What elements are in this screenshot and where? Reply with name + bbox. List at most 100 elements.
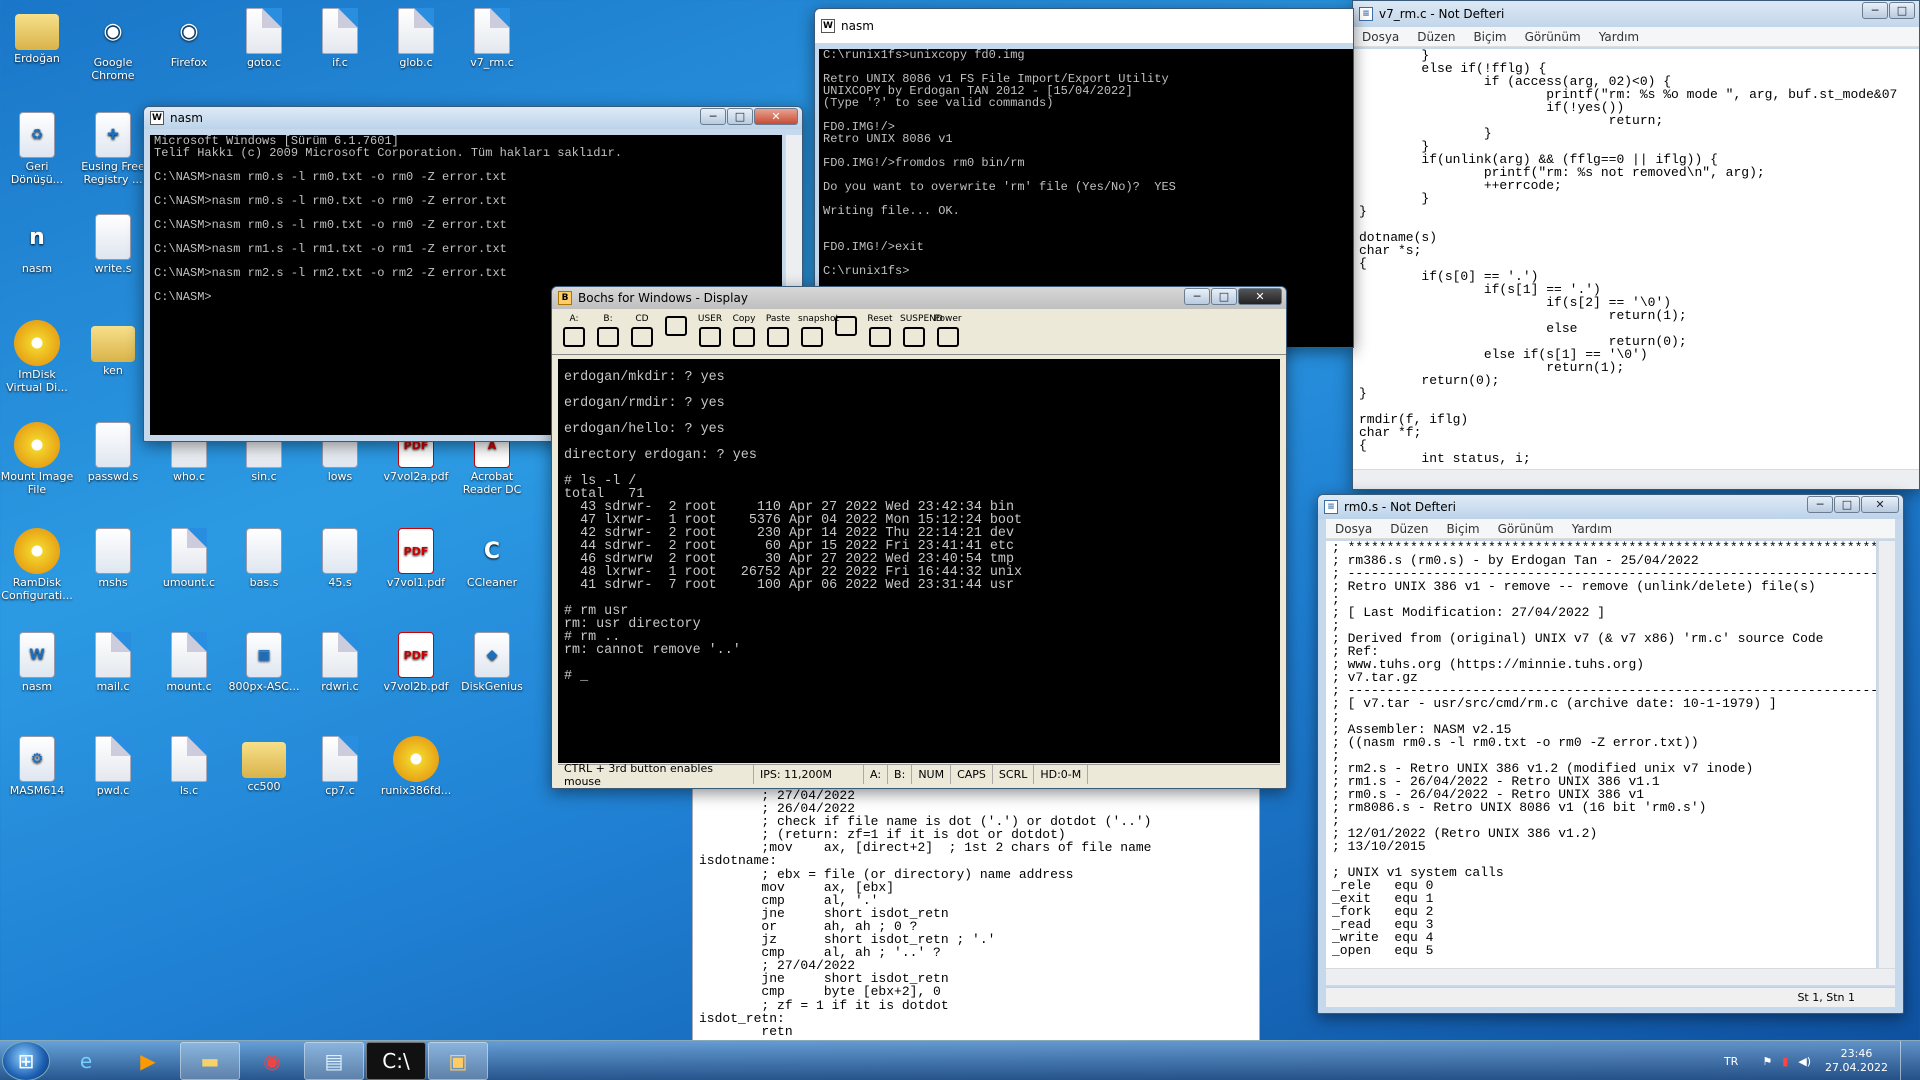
v7rm-window[interactable]: ≡ v7_rm.c - Not Defteri ─ □ Dosya Düzen B… bbox=[1352, 0, 1920, 490]
bochs-window[interactable]: B Bochs for Windows - Display ─ □ ✕ A: B: CD… bbox=[551, 286, 1287, 789]
rm0-vscroll[interactable] bbox=[1878, 541, 1895, 969]
desktop-icon[interactable]: bas.s bbox=[227, 524, 301, 610]
desktop-icon[interactable]: ✚ Eusing Free Registry ... bbox=[76, 108, 150, 194]
close-button[interactable]: ✕ bbox=[754, 108, 798, 125]
menu-file[interactable]: Dosya bbox=[1326, 522, 1381, 536]
v7rm-text[interactable]: } else if(!fflg) { if (access(arg, 02)<0… bbox=[1353, 49, 1919, 471]
bochs-tool-button[interactable]: SUSPEND bbox=[900, 314, 943, 350]
rm0-text[interactable]: ; **************************************… bbox=[1326, 541, 1876, 969]
maximize-button[interactable]: □ bbox=[1834, 496, 1860, 513]
menu-format[interactable]: Biçim bbox=[1437, 522, 1488, 536]
bochs-tool-button[interactable]: snapshot bbox=[798, 314, 839, 350]
language-indicator[interactable]: TR bbox=[1724, 1055, 1738, 1068]
desktop-icon[interactable]: ken bbox=[76, 316, 150, 402]
media-player-icon[interactable]: ▶ bbox=[118, 1042, 178, 1080]
desktop-icon[interactable]: goto.c bbox=[227, 4, 301, 90]
start-button[interactable]: ⊞ bbox=[2, 1040, 50, 1080]
ie-icon[interactable]: e bbox=[56, 1042, 116, 1080]
bochs-titlebar[interactable]: B Bochs for Windows - Display ─ □ ✕ bbox=[552, 287, 1286, 309]
bochs-tool-button[interactable]: Paste bbox=[764, 314, 792, 350]
desktop-icon[interactable]: write.s bbox=[76, 210, 150, 296]
bochs-tool-button[interactable]: A: bbox=[560, 314, 588, 350]
v7rm-titlebar[interactable]: ≡ v7_rm.c - Not Defteri ─ □ bbox=[1353, 1, 1919, 27]
desktop-icon[interactable]: mail.c bbox=[76, 628, 150, 714]
desktop-icon[interactable]: cp7.c bbox=[303, 732, 377, 818]
minimize-button[interactable]: ─ bbox=[1184, 288, 1210, 305]
rm0-titlebar[interactable]: ≡ rm0.s - Not Defteri ─ □ ✕ bbox=[1318, 495, 1903, 519]
notepad-taskbar-icon[interactable]: ▤ bbox=[304, 1041, 364, 1080]
bochs-tool-icon bbox=[699, 327, 721, 347]
desktop-icon[interactable]: umount.c bbox=[152, 524, 226, 610]
desktop-icon[interactable]: mshs bbox=[76, 524, 150, 610]
tray-flag-icon[interactable]: ⚑ bbox=[1762, 1055, 1772, 1068]
bochs-tool-button[interactable]: CD bbox=[628, 314, 656, 350]
menu-file[interactable]: Dosya bbox=[1353, 30, 1408, 44]
desktop-icon[interactable]: pwd.c bbox=[76, 732, 150, 818]
desktop-icon[interactable]: glob.c bbox=[379, 4, 453, 90]
minimize-button[interactable]: ─ bbox=[1807, 496, 1833, 513]
desktop-icon[interactable]: ImDisk Virtual Di... bbox=[0, 316, 74, 402]
maximize-button[interactable]: □ bbox=[727, 108, 753, 125]
desktop-icon[interactable]: PDF v7vol2b.pdf bbox=[379, 628, 453, 714]
cmd-taskbar-icon[interactable]: C:\ bbox=[366, 1041, 426, 1080]
bochs-tool-button[interactable]: Copy bbox=[730, 314, 758, 350]
menu-view[interactable]: Görünüm bbox=[1489, 522, 1563, 536]
explorer-icon[interactable]: ▬ bbox=[180, 1041, 240, 1080]
bochs-tool-button[interactable] bbox=[832, 314, 860, 350]
desktop-icon[interactable]: 45.s bbox=[303, 524, 377, 610]
bochs-tool-button[interactable]: Power bbox=[934, 314, 962, 350]
asm-editor-text[interactable]: ; 27/04/2022 ; 26/04/2022 ; check if fil… bbox=[693, 789, 1259, 1041]
desktop-icon[interactable]: ▦ 800px-ASC... bbox=[227, 628, 301, 714]
desktop-icon[interactable]: ♻ Geri Dönüşü... bbox=[0, 108, 74, 194]
maximize-button[interactable]: □ bbox=[1211, 288, 1237, 305]
menu-help[interactable]: Yardım bbox=[1590, 30, 1648, 44]
minimize-button[interactable]: ─ bbox=[1862, 2, 1888, 19]
rm0-window[interactable]: ≡ rm0.s - Not Defteri ─ □ ✕ Dosya Düzen Bi… bbox=[1317, 494, 1904, 1014]
desktop-icon[interactable]: Erdoğan bbox=[0, 4, 74, 90]
desktop-icon[interactable]: Wnasm bbox=[0, 628, 74, 714]
bochs-tool-button[interactable]: USER bbox=[696, 314, 724, 350]
menu-help[interactable]: Yardım bbox=[1563, 522, 1621, 536]
desktop-icon[interactable]: Mount Image File bbox=[0, 418, 74, 504]
desktop-icon-label: cp7.c bbox=[325, 784, 355, 797]
bochs-screen[interactable]: erdogan/mkdir: ? yes erdogan/rmdir: ? ye… bbox=[558, 359, 1280, 763]
desktop-icon[interactable]: rdwri.c bbox=[303, 628, 377, 714]
desktop-icon[interactable]: RamDisk Configurati... bbox=[0, 524, 74, 610]
v7rm-hscroll[interactable] bbox=[1353, 469, 1919, 489]
desktop-icon[interactable]: cc500 bbox=[227, 732, 301, 818]
desktop-icon[interactable]: runix386fd... bbox=[379, 732, 453, 818]
menu-format[interactable]: Biçim bbox=[1464, 30, 1515, 44]
show-desktop-button[interactable] bbox=[1900, 1041, 1912, 1080]
bochs-taskbar-icon[interactable]: ▣ bbox=[428, 1041, 488, 1080]
desktop-icon[interactable]: n nasm bbox=[0, 210, 74, 296]
desktop-icon[interactable]: passwd.s bbox=[76, 418, 150, 504]
bochs-tool-button[interactable]: B: bbox=[594, 314, 622, 350]
nasm1-titlebar[interactable]: W nasm ─ □ ✕ bbox=[144, 107, 802, 129]
maximize-button[interactable]: □ bbox=[1889, 2, 1915, 19]
clock[interactable]: 23:46 27.04.2022 bbox=[1825, 1047, 1888, 1075]
desktop-icon[interactable]: C CCleaner bbox=[455, 524, 529, 610]
close-button[interactable]: ✕ bbox=[1238, 288, 1282, 305]
menu-view[interactable]: Görünüm bbox=[1516, 30, 1590, 44]
network-icon[interactable]: ▮ bbox=[1782, 1055, 1788, 1068]
bochs-tool-button[interactable]: Reset bbox=[866, 314, 894, 350]
nasm2-titlebar[interactable]: W nasm bbox=[815, 9, 1353, 43]
minimize-button[interactable]: ─ bbox=[700, 108, 726, 125]
rm0-hscroll[interactable] bbox=[1326, 968, 1895, 985]
desktop-icon[interactable]: PDF v7vol1.pdf bbox=[379, 524, 453, 610]
desktop-icon[interactable]: mount.c bbox=[152, 628, 226, 714]
desktop-icon[interactable]: ◉ Google Chrome bbox=[76, 4, 150, 90]
menu-edit[interactable]: Düzen bbox=[1408, 30, 1464, 44]
desktop-icon[interactable]: ⚙ MASM614 bbox=[0, 732, 74, 818]
desktop-icon[interactable]: ◆ DiskGenius bbox=[455, 628, 529, 714]
desktop-icon[interactable]: v7_rm.c bbox=[455, 4, 529, 90]
desktop-icon[interactable]: ls.c bbox=[152, 732, 226, 818]
menu-edit[interactable]: Düzen bbox=[1381, 522, 1437, 536]
desktop-icon[interactable]: if.c bbox=[303, 4, 377, 90]
close-button[interactable]: ✕ bbox=[1861, 496, 1899, 513]
bochs-tool-button[interactable] bbox=[662, 314, 690, 350]
chrome-icon[interactable]: ◉ bbox=[242, 1042, 302, 1080]
volume-icon[interactable]: ◀) bbox=[1798, 1055, 1811, 1068]
desktop-icon[interactable]: ◉ Firefox bbox=[152, 4, 226, 90]
round-icon: C bbox=[483, 538, 501, 564]
